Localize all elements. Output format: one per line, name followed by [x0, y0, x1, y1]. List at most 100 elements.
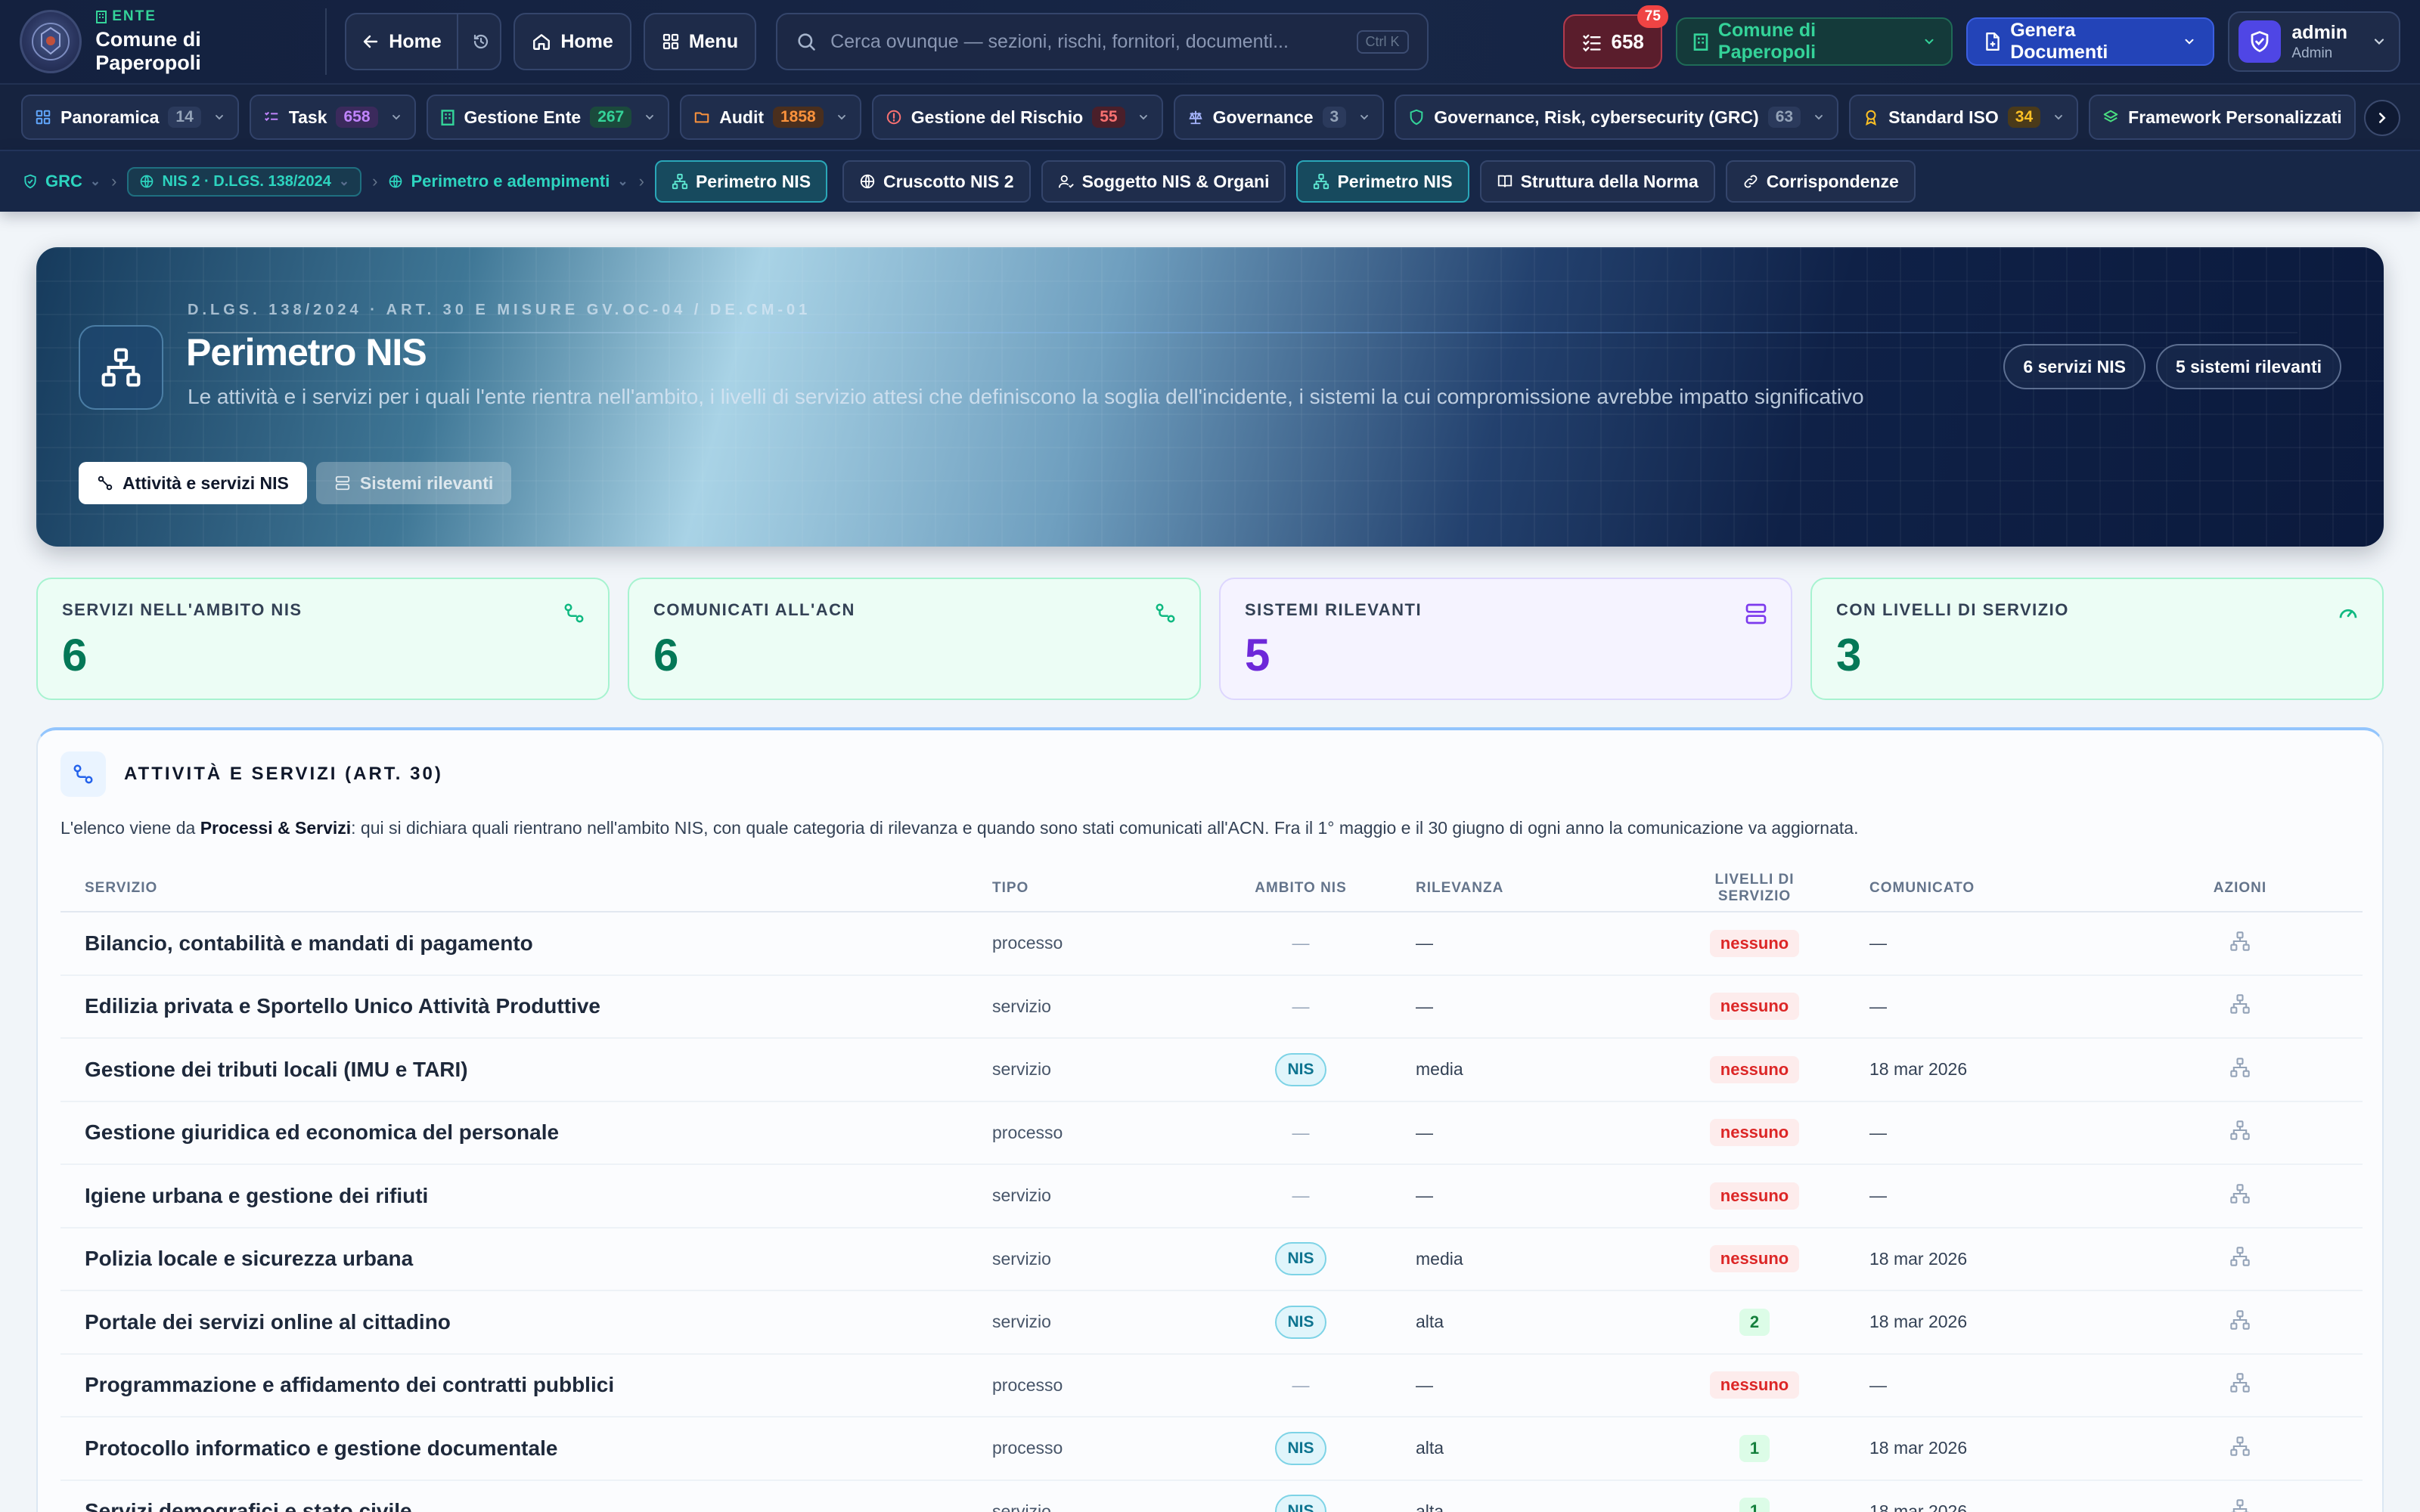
service-type: servizio	[968, 1227, 1210, 1291]
module-tab-label: Gestione Ente	[464, 107, 582, 127]
service-name: Polizia locale e sicurezza urbana	[60, 1227, 968, 1291]
breadcrumb-grc[interactable]: GRC ⌄	[23, 172, 101, 191]
stat-card-0: SERVIZI NELL'AMBITO NIS 6	[36, 578, 610, 700]
sitemap-icon[interactable]	[2229, 931, 2251, 952]
section-tab-4[interactable]: Corrispondenze	[1725, 160, 1916, 203]
globe-icon	[859, 173, 876, 190]
relevance: —	[1392, 912, 1664, 976]
module-scroll-right-button[interactable]	[2364, 100, 2400, 136]
building-icon	[95, 10, 107, 23]
tasks-button[interactable]: 658 75	[1562, 5, 1668, 69]
nis-scope-cell: NIS	[1210, 1479, 1392, 1512]
column-header: AMBITO NIS	[1210, 865, 1392, 912]
sitemap-icon[interactable]	[2229, 1120, 2251, 1141]
services-card: ATTIVITÀ E SERVIZI (ART. 30) L'elenco vi…	[36, 727, 2384, 1512]
table-row[interactable]: Portale dei servizi online al cittadino s…	[60, 1290, 2363, 1355]
communicated-date: —	[1845, 912, 2118, 976]
home-button[interactable]: Home	[513, 13, 631, 70]
service-levels-cell: nessuno	[1664, 1038, 1845, 1102]
service-type: processo	[968, 1101, 1210, 1165]
sitemap-icon[interactable]	[2229, 1246, 2251, 1267]
module-tab-count: 34	[2007, 107, 2041, 128]
service-name: Servizi demografici e stato civile	[60, 1479, 968, 1512]
service-type: servizio	[968, 1290, 1210, 1355]
pill-nis-services[interactable]: 6 servizi NIS	[2003, 344, 2145, 389]
section-tab-0[interactable]: Cruscotto NIS 2	[842, 160, 1031, 203]
alert-icon	[886, 109, 902, 125]
global-search-input[interactable]: Cerca ovunque — sezioni, rischi, fornito…	[776, 13, 1429, 70]
table-row[interactable]: Gestione dei tributi locali (IMU e TARI)…	[60, 1038, 2363, 1102]
entity-selector[interactable]: Comune di Paperopoli	[1675, 17, 1953, 66]
section-icon	[60, 751, 106, 797]
module-tab-4[interactable]: Gestione del Rischio 55	[871, 94, 1163, 140]
table-row[interactable]: Edilizia privata e Sportello Unico Attiv…	[60, 974, 2363, 1039]
sitemap-icon[interactable]	[2229, 1498, 2251, 1512]
table-header-row: SERVIZIO TIPO AMBITO NIS RILEVANZA LIVELLI D…	[60, 865, 2363, 912]
shield-icon	[1408, 109, 1425, 125]
chevron-down-icon: ⌄	[338, 174, 350, 188]
grid-icon	[35, 109, 51, 125]
hero-divider	[188, 332, 2297, 333]
table-row[interactable]: Bilancio, contabilità e mandati di pagam…	[60, 912, 2363, 976]
hero-icon	[79, 325, 163, 410]
module-tab-6[interactable]: Governance, Risk, cybersecurity (GRC) 63	[1395, 94, 1839, 140]
sitemap-icon[interactable]	[2229, 1057, 2251, 1078]
section-tab-label: Soggetto NIS & Organi	[1081, 171, 1270, 191]
org-brand[interactable]: ENTE Comune di Paperopoli	[20, 8, 327, 75]
menu-button[interactable]: Menu	[643, 13, 757, 70]
server-icon	[334, 475, 351, 491]
module-tab-2[interactable]: Gestione Ente 267	[426, 94, 670, 140]
chevron-down-icon	[644, 111, 656, 123]
table-row[interactable]: Servizi demografici e stato civile serviz…	[60, 1479, 2363, 1512]
chevron-down-icon	[1922, 35, 1936, 48]
chevron-down-icon	[1137, 111, 1150, 123]
history-button[interactable]	[456, 14, 501, 69]
service-levels-cell: nessuno	[1664, 1227, 1845, 1291]
service-levels-cell: nessuno	[1664, 912, 1845, 976]
module-tab-count: 267	[590, 107, 632, 128]
sitemap-icon[interactable]	[2229, 1372, 2251, 1393]
grid-icon	[662, 33, 680, 51]
service-levels-badge: 1	[1739, 1498, 1770, 1512]
module-tab-0[interactable]: Panoramica 14	[21, 94, 239, 140]
sitemap-icon[interactable]	[2229, 993, 2251, 1015]
module-tab-3[interactable]: Audit 1858	[680, 94, 861, 140]
user-menu-button[interactable]: admin Admin	[2228, 11, 2401, 72]
table-row[interactable]: Protocollo informatico e gestione docume…	[60, 1417, 2363, 1481]
gauge-icon	[2337, 602, 2360, 624]
back-home-button[interactable]: Home	[346, 14, 456, 69]
tab-relevant-systems[interactable]: Sistemi rilevanti	[315, 462, 512, 504]
section-tabs: Cruscotto NIS 2 Soggetto NIS & Organi Peri…	[842, 160, 1916, 203]
breadcrumb-current[interactable]: Perimetro NIS	[654, 160, 828, 203]
breadcrumb-section[interactable]: Perimetro e adempimenti ⌄	[388, 172, 628, 191]
org-kicker: ENTE	[112, 8, 157, 24]
actions-cell	[2118, 912, 2363, 976]
table-row[interactable]: Programmazione e affidamento dei contrat…	[60, 1353, 2363, 1418]
table-row[interactable]: Polizia locale e sicurezza urbana servizi…	[60, 1227, 2363, 1291]
user-avatar	[2238, 20, 2282, 63]
sitemap-icon[interactable]	[2229, 1309, 2251, 1331]
shield-check-icon	[23, 174, 38, 189]
module-tab-8[interactable]: Framework Personalizzati	[2089, 94, 2356, 140]
generate-documents-button[interactable]: Genera Documenti	[1966, 17, 2215, 66]
chevron-down-icon: ⌄	[617, 174, 628, 188]
section-tab-2[interactable]: Perimetro NIS	[1296, 160, 1469, 203]
section-tab-1[interactable]: Soggetto NIS & Organi	[1041, 160, 1286, 203]
tab-activities-services[interactable]: Attività e servizi NIS	[79, 462, 307, 504]
service-levels-badge: nessuno	[1709, 1119, 1800, 1147]
relevance: —	[1392, 1353, 1664, 1418]
section-tab-3[interactable]: Struttura della Norma	[1479, 160, 1715, 203]
module-tab-1[interactable]: Task 658	[249, 94, 416, 140]
breadcrumb-framework[interactable]: NIS 2 · D.LGS. 138/2024 ⌄	[127, 166, 362, 197]
services-table: SERVIZIO TIPO AMBITO NIS RILEVANZA LIVELLI D…	[60, 865, 2363, 1512]
module-tab-7[interactable]: Standard ISO 34	[1849, 94, 2079, 140]
pill-relevant-systems[interactable]: 5 sistemi rilevanti	[2155, 344, 2341, 389]
module-tab-5[interactable]: Governance 3	[1173, 94, 1385, 140]
sitemap-icon[interactable]	[2229, 1436, 2251, 1457]
sitemap-icon[interactable]	[2229, 1183, 2251, 1204]
communicated-date: 18 mar 2026	[1845, 1417, 2118, 1481]
nis-scope-cell: NIS	[1210, 1038, 1392, 1102]
chevron-down-icon	[2052, 111, 2065, 123]
table-row[interactable]: Igiene urbana e gestione dei rifiuti serv…	[60, 1164, 2363, 1228]
table-row[interactable]: Gestione giuridica ed economica del pers…	[60, 1101, 2363, 1165]
